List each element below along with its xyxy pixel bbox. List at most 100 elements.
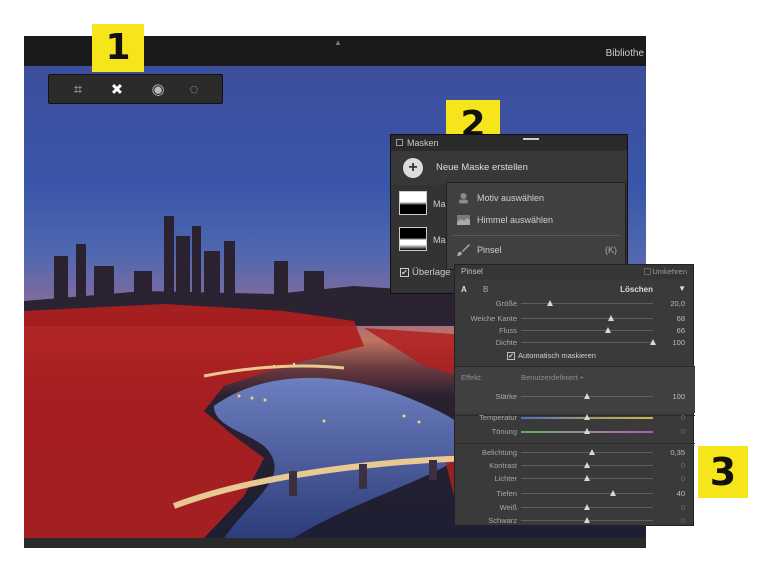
panel-menu-arrow-icon[interactable]: ▼ bbox=[678, 284, 686, 293]
slider-knob[interactable] bbox=[584, 393, 590, 399]
slider-track[interactable] bbox=[521, 449, 653, 455]
brush-panel-header: Pinsel Umkehren bbox=[455, 265, 693, 279]
slider-track[interactable] bbox=[521, 462, 653, 468]
erase-tab[interactable]: Löschen bbox=[620, 285, 653, 294]
slider-knob[interactable] bbox=[607, 315, 614, 321]
slider-label: Schwarz bbox=[488, 516, 517, 525]
slider-knob[interactable] bbox=[584, 428, 590, 434]
healing-bandage-icon[interactable]: ✚ bbox=[102, 74, 133, 105]
invert-label[interactable]: Umkehren bbox=[652, 267, 687, 276]
slider-value[interactable]: 0 bbox=[681, 473, 685, 485]
brush-tabs-row: A B Löschen ▼ bbox=[455, 283, 693, 297]
slider-knob[interactable] bbox=[610, 490, 617, 496]
slider-value[interactable]: 100 bbox=[672, 391, 685, 403]
library-module-link[interactable]: Bibliothe bbox=[606, 48, 644, 59]
slider-knob[interactable] bbox=[584, 504, 590, 510]
slider-value[interactable]: 0 bbox=[681, 412, 685, 424]
slider-feather[interactable]: Weiche Kante 68 bbox=[455, 313, 695, 325]
slider-value[interactable]: 68 bbox=[677, 313, 685, 325]
menu-item-select-subject[interactable]: Motiv auswählen bbox=[447, 187, 625, 209]
effect-preset-select[interactable]: Benutzerdefiniert ÷ bbox=[521, 373, 584, 382]
slider-label: Weiche Kante bbox=[470, 314, 517, 323]
brush-tab-b[interactable]: B bbox=[483, 285, 488, 294]
add-mask-plus-icon[interactable]: + bbox=[403, 158, 423, 178]
slider-knob[interactable] bbox=[605, 327, 612, 333]
brush-shortcut: (K) bbox=[605, 245, 617, 255]
slider-density[interactable]: Dichte 100 bbox=[455, 337, 695, 349]
slider-flow[interactable]: Fluss 66 bbox=[455, 325, 695, 337]
mask-thumbnail-2[interactable] bbox=[399, 227, 427, 251]
auto-mask-toggle[interactable]: ✔ Automatisch maskieren bbox=[507, 351, 596, 360]
slider-knob[interactable] bbox=[584, 475, 590, 481]
slider-track[interactable] bbox=[521, 339, 656, 345]
mask-name-2[interactable]: Ma bbox=[433, 235, 446, 245]
tool-strip: ⌗ ✚ ◉ ◌ bbox=[48, 74, 223, 104]
masks-panel-title: Masken bbox=[407, 138, 439, 148]
slider-value[interactable]: 40 bbox=[677, 488, 685, 500]
menu-item-label: Pinsel bbox=[477, 245, 502, 255]
slider-label: Temperatur bbox=[479, 413, 517, 422]
slider-value[interactable]: 0 bbox=[681, 515, 685, 527]
slider-track[interactable] bbox=[521, 327, 653, 333]
slider-value[interactable]: 0 bbox=[681, 502, 685, 514]
overlay-checkbox[interactable]: ✔ bbox=[400, 268, 409, 277]
slider-value[interactable]: 66 bbox=[677, 325, 685, 337]
slider-label: Belichtung bbox=[481, 448, 517, 457]
slider-blacks[interactable]: Schwarz 0 bbox=[455, 515, 695, 527]
new-mask-row[interactable]: + Neue Maske erstellen bbox=[391, 151, 627, 185]
new-mask-label[interactable]: Neue Maske erstellen bbox=[436, 162, 528, 173]
slider-knob[interactable] bbox=[589, 449, 596, 455]
slider-track[interactable] bbox=[521, 414, 653, 420]
slider-temperature[interactable]: Temperatur 0 bbox=[455, 412, 695, 424]
slider-knob[interactable] bbox=[584, 462, 590, 468]
slider-value[interactable]: 0,35 bbox=[670, 447, 685, 459]
slider-knob[interactable] bbox=[547, 300, 554, 306]
mask-thumbnail-1[interactable] bbox=[399, 191, 427, 215]
red-eye-icon[interactable]: ◉ bbox=[147, 79, 169, 101]
crop-icon[interactable]: ⌗ bbox=[67, 79, 89, 101]
panel-toggle-caret-icon[interactable]: ▲ bbox=[334, 38, 342, 47]
slider-value[interactable]: 0 bbox=[681, 426, 685, 438]
menu-item-brush[interactable]: Pinsel (K) bbox=[447, 239, 625, 261]
slider-amount[interactable]: Stärke 100 bbox=[455, 391, 695, 403]
panel-grip-icon[interactable] bbox=[523, 138, 539, 140]
slider-track[interactable] bbox=[521, 475, 653, 481]
slider-contrast[interactable]: Kontrast 0 bbox=[455, 460, 695, 472]
invert-checkbox[interactable] bbox=[644, 268, 651, 275]
slider-track[interactable] bbox=[521, 504, 653, 510]
show-overlay-toggle[interactable]: ✔ Überlage bbox=[400, 267, 451, 278]
masking-icon[interactable]: ◌ bbox=[183, 79, 205, 101]
slider-knob[interactable] bbox=[650, 339, 656, 345]
auto-mask-label: Automatisch maskieren bbox=[518, 351, 596, 360]
person-select-icon bbox=[459, 193, 468, 204]
panel-collapse-icon[interactable] bbox=[396, 139, 403, 146]
mask-name-1[interactable]: Ma bbox=[433, 199, 446, 209]
brush-tab-a[interactable]: A bbox=[461, 285, 467, 294]
slider-value[interactable]: 100 bbox=[672, 337, 685, 349]
slider-highlights[interactable]: Lichter 0 bbox=[455, 473, 695, 485]
slider-size[interactable]: Größe 20,0 bbox=[455, 298, 695, 310]
slider-label: Fluss bbox=[499, 326, 517, 335]
slider-track[interactable] bbox=[521, 428, 653, 434]
create-mask-menu: Motiv auswählen Himmel auswählen Pinsel … bbox=[446, 182, 626, 270]
slider-knob[interactable] bbox=[584, 414, 590, 420]
slider-value[interactable]: 0 bbox=[681, 460, 685, 472]
slider-shadows[interactable]: Tiefen 40 bbox=[455, 488, 695, 500]
auto-mask-checkbox[interactable]: ✔ bbox=[507, 352, 515, 360]
slider-exposure[interactable]: Belichtung 0,35 bbox=[455, 447, 695, 459]
menu-item-label: Motiv auswählen bbox=[477, 193, 545, 203]
slider-track[interactable] bbox=[521, 517, 653, 523]
slider-track[interactable] bbox=[521, 490, 653, 496]
masks-panel-header[interactable]: Masken bbox=[391, 135, 627, 151]
slider-value[interactable]: 20,0 bbox=[670, 298, 685, 310]
slider-track[interactable] bbox=[521, 315, 653, 321]
slider-label: Lichter bbox=[494, 474, 517, 483]
slider-whites[interactable]: Weiß 0 bbox=[455, 502, 695, 514]
slider-track[interactable] bbox=[521, 393, 653, 399]
slider-tint[interactable]: Tönung 0 bbox=[455, 426, 695, 438]
menu-item-select-sky[interactable]: Himmel auswählen bbox=[447, 209, 625, 231]
slider-track[interactable] bbox=[521, 300, 653, 306]
effect-section: Effekt: Benutzerdefiniert ÷ Stärke 100 bbox=[455, 367, 695, 413]
brush-panel: Pinsel Umkehren A B Löschen ▼ Größe 20,0… bbox=[454, 264, 695, 527]
slider-knob[interactable] bbox=[584, 517, 590, 523]
